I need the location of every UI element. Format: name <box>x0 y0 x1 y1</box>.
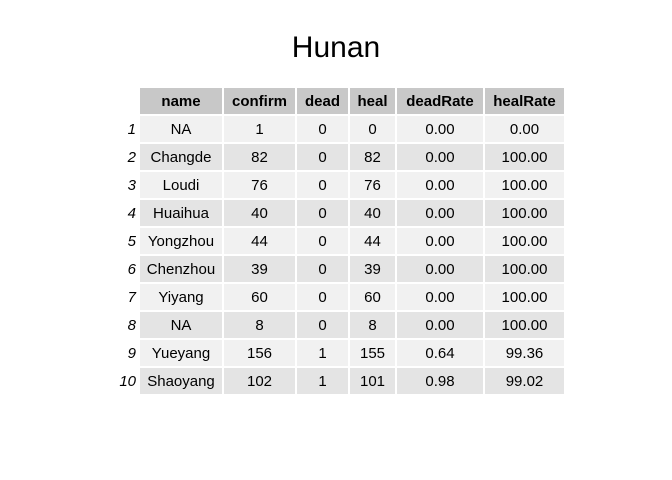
table-row: 9 Yueyang 156 1 155 0.64 99.36 <box>112 340 564 366</box>
cell-dead: 0 <box>297 172 348 198</box>
table-row: 10 Shaoyang 102 1 101 0.98 99.02 <box>112 368 564 394</box>
cell-confirm: 156 <box>224 340 295 366</box>
cell-name: NA <box>140 116 222 142</box>
row-number: 7 <box>112 284 138 310</box>
row-number: 10 <box>112 368 138 394</box>
cell-name: Huaihua <box>140 200 222 226</box>
cell-dead: 0 <box>297 284 348 310</box>
column-header-confirm: confirm <box>224 88 295 114</box>
table-row: 4 Huaihua 40 0 40 0.00 100.00 <box>112 200 564 226</box>
cell-name: NA <box>140 312 222 338</box>
cell-deadrate: 0.00 <box>397 172 483 198</box>
cell-deadrate: 0.00 <box>397 256 483 282</box>
cell-healrate: 100.00 <box>485 256 564 282</box>
cell-dead: 1 <box>297 368 348 394</box>
cell-dead: 0 <box>297 144 348 170</box>
cell-deadrate: 0.98 <box>397 368 483 394</box>
cell-dead: 0 <box>297 256 348 282</box>
cell-heal: 8 <box>350 312 395 338</box>
cell-healrate: 0.00 <box>485 116 564 142</box>
table-row: 1 NA 1 0 0 0.00 0.00 <box>112 116 564 142</box>
table-row: 6 Chenzhou 39 0 39 0.00 100.00 <box>112 256 564 282</box>
cell-confirm: 1 <box>224 116 295 142</box>
cell-name: Yueyang <box>140 340 222 366</box>
column-header-name: name <box>140 88 222 114</box>
cell-healrate: 99.02 <box>485 368 564 394</box>
cell-deadrate: 0.00 <box>397 284 483 310</box>
cell-dead: 1 <box>297 340 348 366</box>
cell-name: Yiyang <box>140 284 222 310</box>
cell-deadrate: 0.00 <box>397 312 483 338</box>
cell-healrate: 100.00 <box>485 172 564 198</box>
cell-heal: 44 <box>350 228 395 254</box>
cell-confirm: 44 <box>224 228 295 254</box>
cell-heal: 40 <box>350 200 395 226</box>
cell-name: Changde <box>140 144 222 170</box>
cell-deadrate: 0.00 <box>397 116 483 142</box>
table-row: 5 Yongzhou 44 0 44 0.00 100.00 <box>112 228 564 254</box>
cell-name: Chenzhou <box>140 256 222 282</box>
corner-cell <box>112 88 138 114</box>
row-number: 9 <box>112 340 138 366</box>
cell-confirm: 8 <box>224 312 295 338</box>
column-header-heal: heal <box>350 88 395 114</box>
cell-confirm: 82 <box>224 144 295 170</box>
cell-dead: 0 <box>297 200 348 226</box>
cell-heal: 39 <box>350 256 395 282</box>
cell-healrate: 99.36 <box>485 340 564 366</box>
cell-deadrate: 0.00 <box>397 144 483 170</box>
data-table: name confirm dead heal deadRate healRate… <box>110 86 566 396</box>
row-number: 5 <box>112 228 138 254</box>
cell-heal: 60 <box>350 284 395 310</box>
cell-healrate: 100.00 <box>485 284 564 310</box>
cell-deadrate: 0.00 <box>397 200 483 226</box>
row-number: 4 <box>112 200 138 226</box>
cell-name: Shaoyang <box>140 368 222 394</box>
row-number: 2 <box>112 144 138 170</box>
column-header-healrate: healRate <box>485 88 564 114</box>
table-body: 1 NA 1 0 0 0.00 0.00 2 Changde 82 0 82 0.00 100.00 3 Lo… <box>112 116 564 394</box>
cell-confirm: 76 <box>224 172 295 198</box>
cell-dead: 0 <box>297 116 348 142</box>
cell-confirm: 60 <box>224 284 295 310</box>
cell-heal: 82 <box>350 144 395 170</box>
cell-heal: 155 <box>350 340 395 366</box>
cell-healrate: 100.00 <box>485 312 564 338</box>
cell-dead: 0 <box>297 228 348 254</box>
cell-healrate: 100.00 <box>485 200 564 226</box>
table-row: 2 Changde 82 0 82 0.00 100.00 <box>112 144 564 170</box>
table-title: Hunan <box>291 31 381 64</box>
cell-healrate: 100.00 <box>485 228 564 254</box>
cell-deadrate: 0.64 <box>397 340 483 366</box>
table-row: 3 Loudi 76 0 76 0.00 100.00 <box>112 172 564 198</box>
cell-dead: 0 <box>297 312 348 338</box>
row-number: 1 <box>112 116 138 142</box>
header-row: name confirm dead heal deadRate healRate <box>112 88 564 114</box>
row-number: 8 <box>112 312 138 338</box>
cell-deadrate: 0.00 <box>397 228 483 254</box>
cell-name: Loudi <box>140 172 222 198</box>
table-row: 7 Yiyang 60 0 60 0.00 100.00 <box>112 284 564 310</box>
column-header-deadrate: deadRate <box>397 88 483 114</box>
cell-healrate: 100.00 <box>485 144 564 170</box>
table-row: 8 NA 8 0 8 0.00 100.00 <box>112 312 564 338</box>
cell-name: Yongzhou <box>140 228 222 254</box>
row-number: 6 <box>112 256 138 282</box>
cell-heal: 0 <box>350 116 395 142</box>
cell-confirm: 39 <box>224 256 295 282</box>
cell-confirm: 102 <box>224 368 295 394</box>
row-number: 3 <box>112 172 138 198</box>
cell-heal: 101 <box>350 368 395 394</box>
cell-heal: 76 <box>350 172 395 198</box>
cell-confirm: 40 <box>224 200 295 226</box>
column-header-dead: dead <box>297 88 348 114</box>
